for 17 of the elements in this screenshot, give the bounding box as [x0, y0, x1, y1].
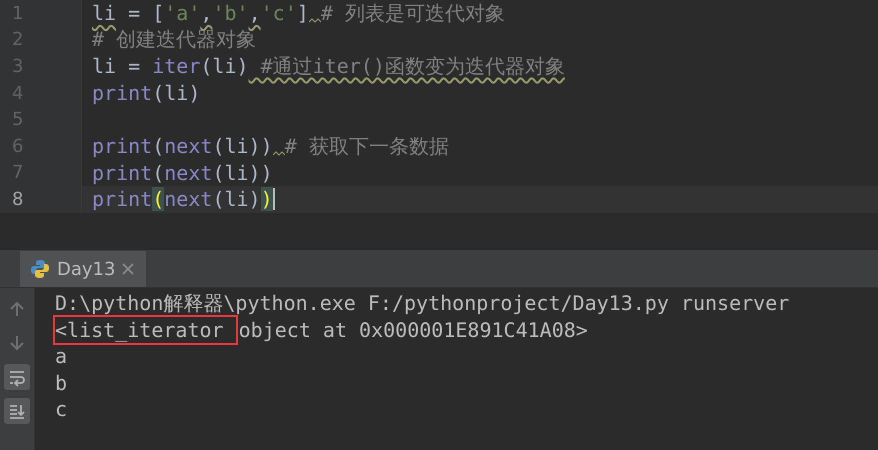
console-output: a: [55, 343, 68, 370]
highlighted-output-text: <list_iterator: [55, 316, 236, 344]
console-output: D:\python解释器\python.exe F:/pythonproject/Day13.py runserver: [55, 290, 790, 317]
code-line: li = iter(li) #通过iter()函数变为迭代器对象: [91, 53, 565, 80]
console-output: object at 0x000001E891C41A08>: [238, 316, 588, 344]
code-line: print(next(li)): [91, 160, 273, 186]
code-line: print(next(li)): [91, 186, 275, 213]
scroll-to-end-icon[interactable]: [4, 398, 30, 424]
code-line: # 创建迭代器对象: [91, 26, 256, 54]
run-tab[interactable]: Day13: [20, 251, 146, 287]
code-line: li = ['a','b','c'] # 列表是可迭代对象: [91, 0, 505, 27]
console-output: b: [55, 370, 68, 396]
soft-wrap-icon[interactable]: [4, 364, 30, 390]
python-logo-icon: [30, 259, 50, 279]
console-output: c: [55, 396, 68, 423]
code-line: print(li): [91, 80, 200, 106]
code-line: print(next(li)) # 获取下一条数据: [91, 132, 449, 160]
